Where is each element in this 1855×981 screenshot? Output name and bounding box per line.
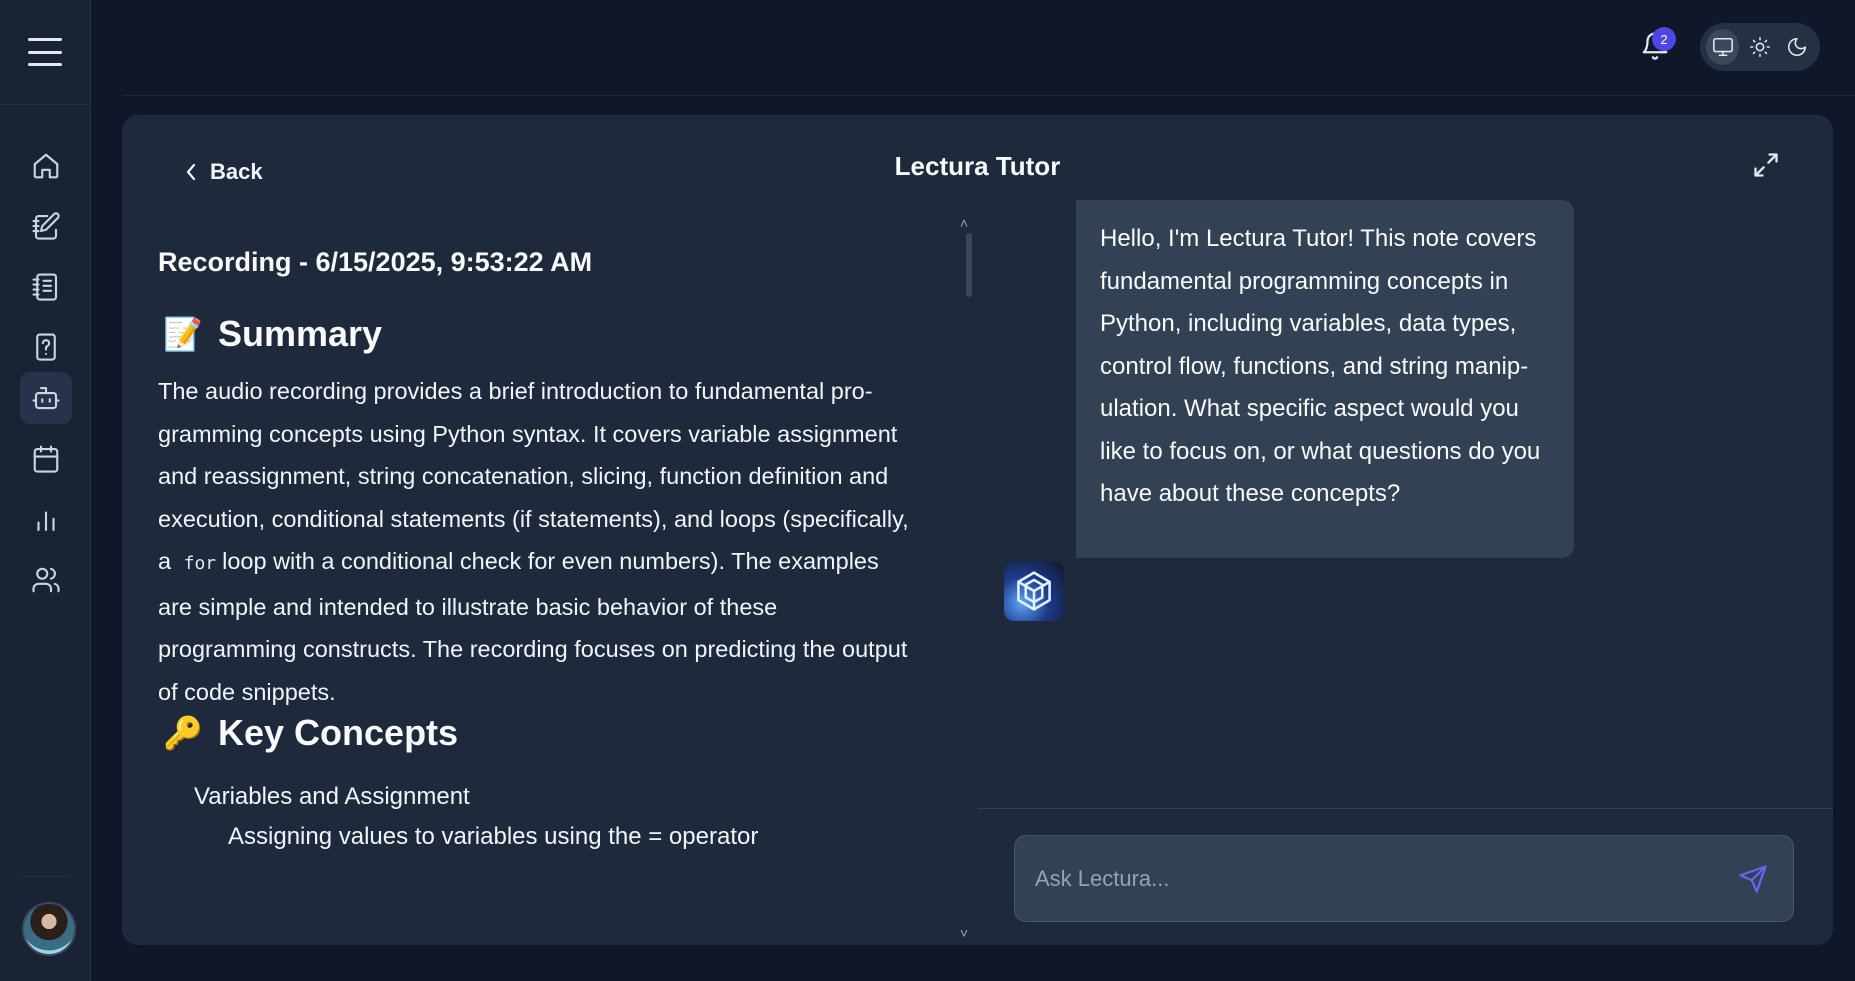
concept-item: Variables and Assignment xyxy=(194,783,470,810)
memo-icon: 📝 xyxy=(163,316,203,352)
summary-code: for xyxy=(183,553,217,574)
sidebar-item-analytics[interactable] xyxy=(20,494,72,546)
bot-icon xyxy=(32,386,60,410)
sidebar-item-notebook[interactable] xyxy=(20,200,72,252)
theme-light-button[interactable] xyxy=(1743,29,1776,65)
header-divider xyxy=(122,95,1855,96)
scrollbar-thumb[interactable] xyxy=(966,233,972,297)
note-content: Recording - 6/15/2025, 9:53:22 AM 📝 Summ… xyxy=(158,215,918,945)
hexagon-logo-icon xyxy=(1017,571,1051,611)
summary-part-2: loop with a conditional check for even n… xyxy=(158,548,908,705)
expand-icon xyxy=(1754,153,1778,177)
theme-dark-button[interactable] xyxy=(1781,29,1814,65)
send-button[interactable] xyxy=(1733,859,1773,899)
theme-system-button[interactable] xyxy=(1706,29,1740,65)
user-avatar[interactable] xyxy=(22,902,76,956)
bot-message: Hello, I'm Lectura Tutor! This note cove… xyxy=(1076,200,1574,558)
sidebar-item-home[interactable] xyxy=(20,140,72,192)
send-icon xyxy=(1739,864,1767,893)
summary-text: The audio recording provides a brief int… xyxy=(158,370,918,713)
chat-input[interactable] xyxy=(1035,865,1733,892)
chat-pane: Hello, I'm Lectura Tutor! This note cove… xyxy=(978,200,1833,945)
theme-switch xyxy=(1700,23,1820,71)
calendar-icon xyxy=(33,445,59,473)
notebook-pen-icon xyxy=(32,212,60,240)
tutor-avatar xyxy=(1004,561,1064,621)
notes-icon xyxy=(32,273,58,301)
page-title: Lectura Tutor xyxy=(894,151,1061,181)
sidebar-item-notes[interactable] xyxy=(20,261,72,313)
sun-icon xyxy=(1750,37,1770,57)
sidebar xyxy=(0,0,91,981)
tutor-panel: Back Lectura Tutor Recording - 6/15/2025… xyxy=(122,115,1833,945)
key-icon: 🔑 xyxy=(163,715,203,751)
concept-sub-item: Assigning values to variables using the … xyxy=(228,823,759,850)
sidebar-item-calendar[interactable] xyxy=(20,433,72,485)
summary-heading-text: Summary xyxy=(218,313,383,354)
home-icon xyxy=(33,153,59,179)
sidebar-item-tutor[interactable] xyxy=(20,372,72,424)
summary-heading: 📝 Summary xyxy=(162,313,382,355)
quiz-icon xyxy=(36,333,56,361)
hamburger-menu-icon[interactable] xyxy=(28,38,62,66)
monitor-icon xyxy=(1712,37,1733,57)
expand-button[interactable] xyxy=(1752,151,1784,183)
sidebar-item-quiz[interactable] xyxy=(20,321,72,373)
scroll-down-arrow[interactable]: ˅ xyxy=(960,925,968,941)
sidebar-item-users[interactable] xyxy=(20,554,72,606)
note-title: Recording - 6/15/2025, 9:53:22 AM xyxy=(158,247,593,277)
notification-badge: 2 xyxy=(1652,27,1676,51)
scroll-up-arrow[interactable]: ˄ xyxy=(960,215,968,231)
sidebar-divider xyxy=(0,104,91,105)
chat-input-box xyxy=(1014,835,1794,922)
bar-chart-icon xyxy=(37,511,55,532)
sidebar-divider xyxy=(20,876,71,877)
users-icon xyxy=(32,567,60,593)
key-concepts-heading: 🔑 Key Concepts xyxy=(162,712,458,754)
chat-divider xyxy=(978,808,1833,809)
moon-icon xyxy=(1788,37,1807,56)
summary-part-1: The audio recording provides a brief int… xyxy=(158,378,909,574)
key-concepts-heading-text: Key Concepts xyxy=(218,712,459,753)
